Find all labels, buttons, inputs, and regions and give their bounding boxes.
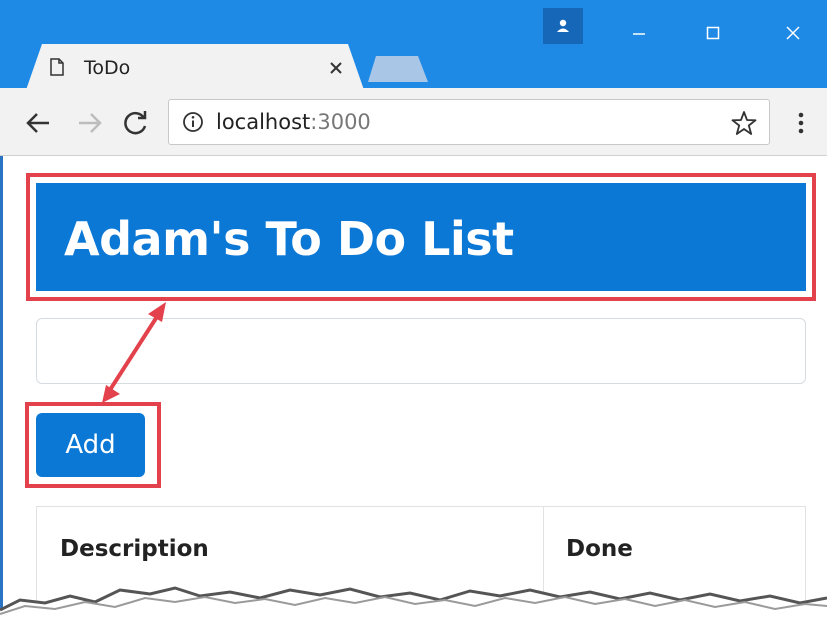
add-button[interactable]: Add [36, 413, 145, 477]
person-icon [557, 19, 569, 32]
tab-todo[interactable] [26, 44, 364, 90]
maximize-button[interactable] [690, 0, 736, 66]
maximize-icon [706, 26, 720, 40]
table-header-description: Description [60, 536, 209, 562]
back-arrow-icon[interactable] [24, 110, 52, 136]
address-host: localhost [216, 110, 311, 134]
address-port: :3000 [310, 110, 371, 134]
info-icon [183, 112, 203, 132]
tab-title: ToDo [84, 57, 131, 79]
minimize-icon [633, 33, 645, 35]
table-header-done: Done [566, 536, 633, 562]
torn-edge-decoration [0, 586, 827, 619]
forward-arrow-icon[interactable] [76, 110, 104, 136]
window-left-border [0, 156, 8, 619]
page-title: Adam's To Do List [64, 212, 514, 266]
bookmark-star-icon[interactable] [731, 110, 757, 136]
page-icon [50, 58, 64, 76]
minimize-button[interactable] [616, 0, 662, 66]
reload-icon[interactable] [122, 109, 150, 137]
tab-close-icon[interactable] [328, 60, 344, 76]
menu-dots-icon[interactable] [796, 110, 806, 136]
profile-button[interactable] [543, 8, 583, 44]
new-tab-button[interactable] [368, 56, 428, 82]
close-window-button[interactable] [770, 0, 816, 66]
close-icon [786, 26, 800, 40]
todo-input[interactable] [36, 318, 806, 384]
